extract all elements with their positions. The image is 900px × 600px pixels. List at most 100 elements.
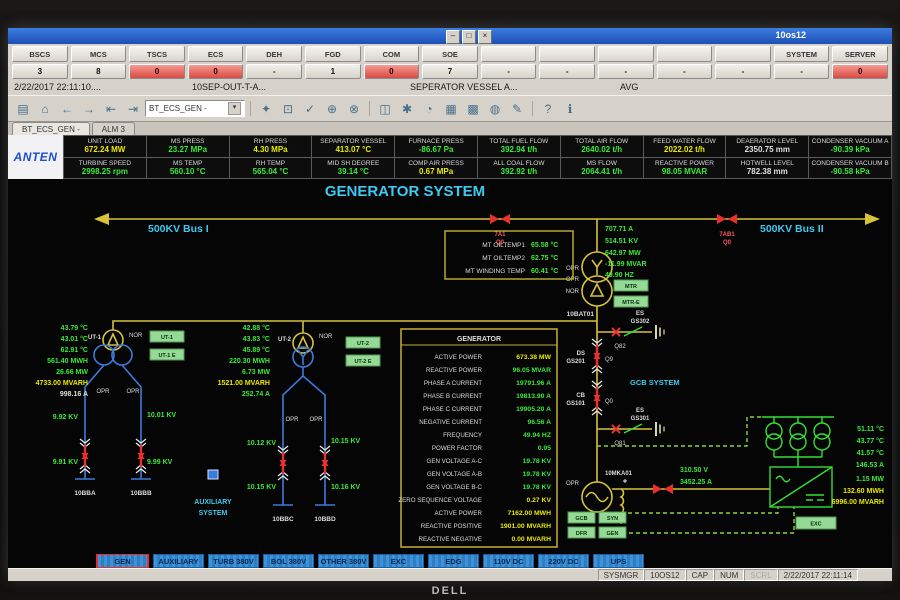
alarm-count-blank5[interactable]: - [715,64,771,79]
sys-button-blank4[interactable] [657,46,713,62]
net-down-icon[interactable]: ⊗ [344,99,364,119]
system-alarm-grid: BSCS MCS TSCS ECS DEH FGD COM SOE SYSTEM… [8,44,892,81]
back-icon[interactable]: ← [57,99,77,119]
sys-button-com[interactable]: COM [364,46,420,62]
ut2-kv-d-bottom: 10.16 KV [331,484,361,491]
diagram-title: GENERATOR SYSTEM [325,183,485,200]
kpi-tile: MS TEMP560.10 °C [147,158,229,179]
alarm-count-system[interactable]: - [774,64,830,79]
globe-icon[interactable]: ◍ [485,99,505,119]
alarm-count-blank4[interactable]: - [657,64,713,79]
page-tab-gen[interactable]: GEN [96,553,149,569]
minimize-icon[interactable]: – [446,30,460,44]
sys-button-blank3[interactable] [598,46,654,62]
restore-icon[interactable]: □ [462,30,476,44]
alarm-count-blank3[interactable]: - [598,64,654,79]
icon-toolbar: ▤ ⌂ ← → ⇤ ⇥ BT_ECS_GEN - ▾ ✦ ⊡ ✓ ⊕ ⊗ ◫ ✱… [8,95,892,122]
settings-icon[interactable]: ✱ [397,99,417,119]
alarm-count-deh[interactable]: - [246,64,302,79]
confirm-icon[interactable]: ✓ [300,99,320,119]
mt-reactive-power: -11.99 MVAR [605,261,647,268]
panel-row-value: 0.27 KV [526,497,551,504]
exc-button-label: EXC [810,522,821,528]
kpi-value: 2064.41 t/h [581,167,622,176]
alarm-count-blank1[interactable]: - [481,64,537,79]
pen-icon[interactable]: ✎ [507,99,527,119]
chevron-down-icon[interactable]: ▾ [228,102,241,115]
page-tab-exc[interactable]: EXC [373,554,424,568]
sys-button-system[interactable]: SYSTEM [774,46,830,62]
panel-row-label: REACTIVE POSITIVE [421,523,482,530]
database-icon[interactable]: ◫ [375,99,395,119]
home-icon[interactable]: ⌂ [35,99,55,119]
es-gs301-type: ES [636,408,644,414]
panel-row-label: ACTIVE POWER [435,354,483,361]
tab-alm[interactable]: ALM 3 [92,122,135,135]
alarm-count-bscs[interactable]: 3 [12,64,68,79]
sys-button-tscs[interactable]: TSCS [129,46,185,62]
monitor-icon[interactable]: ⊡ [278,99,298,119]
exc-temp-1: 51.11 °C [857,425,884,433]
page-tab-turb-380v[interactable]: TURB 380V [208,554,259,568]
toolbar-separator [369,101,370,116]
page-tab-110v-dc[interactable]: 110V DC [483,554,534,568]
sys-button-fgd[interactable]: FGD [305,46,361,62]
alarm-count-com[interactable]: 0 [364,64,420,79]
ut1-stat-4: 561.40 MWH [47,358,88,365]
alarm-count-tscs[interactable]: 0 [129,64,185,79]
kpi-tile: TOTAL FUEL FLOW392.94 t/h [478,136,560,157]
first-page-icon[interactable]: ⇤ [101,99,121,119]
panel-row-label: ACTIVE POWER [435,510,483,517]
panel-row-label: PHASE B CURRENT [423,393,482,400]
sys-button-mcs[interactable]: MCS [71,46,127,62]
sys-button-blank5[interactable] [715,46,771,62]
display-selector-dropdown[interactable]: BT_ECS_GEN - ▾ [145,100,245,117]
sys-button-blank2[interactable] [539,46,595,62]
trend-icon[interactable]: ▦ [441,99,461,119]
ut1-nor-label: NOR [129,333,143,339]
window-titlebar[interactable]: – □ × 10os12 [8,28,892,44]
page-tab-220v-dc[interactable]: 220V DC [538,554,589,568]
ut1-feeder-a-name: 10BBA [74,490,96,497]
sys-button-ecs[interactable]: ECS [188,46,244,62]
alarm-count-blank2[interactable]: - [539,64,595,79]
sys-button-bscs[interactable]: BSCS [12,46,68,62]
aux-system-button[interactable] [208,470,218,479]
page-icon[interactable]: ▤ [13,99,33,119]
close-icon[interactable]: × [478,30,492,44]
forward-icon[interactable]: → [79,99,99,119]
alarm-count-mcs[interactable]: 8 [71,64,127,79]
page-tab-bol-380v[interactable]: BOL 380V [263,554,314,568]
net-up-icon[interactable]: ⊕ [322,99,342,119]
schedule-icon[interactable]: ◔ [419,99,439,119]
help-icon[interactable]: ? [538,99,558,119]
mt-oiltemp1-value: 65.58 °C [531,241,558,249]
tab-bt-ecs-gen[interactable]: BT_ECS_GEN - [12,122,90,135]
sys-button-soe[interactable]: SOE [422,46,478,62]
alarm-count-fgd[interactable]: 1 [305,64,361,79]
alarm-count-server[interactable]: 0 [832,64,888,79]
ut1-opr1-label: OPR [96,389,110,395]
sys-button-blank1[interactable] [481,46,537,62]
kpi-tile: RH PRESS4.30 MPa [230,136,312,157]
alarm-count-ecs[interactable]: 0 [188,64,244,79]
page-tab-other-380v[interactable]: OTHER 380V [318,554,369,568]
panel-row-value: 19.78 KV [523,458,552,465]
mtr-e-button-label: MTR-E [622,300,640,306]
kpi-value: 2350.75 mm [745,145,790,154]
page-tab-edg[interactable]: EDG [428,554,479,568]
page-tab-auxiliary[interactable]: AUXILIARY [153,554,204,568]
info-icon[interactable]: ℹ [560,99,580,119]
search-icon[interactable]: ✦ [256,99,276,119]
sys-button-deh[interactable]: DEH [246,46,302,62]
last-page-icon[interactable]: ⇥ [123,99,143,119]
excitation-system: EXC 51.11 °C 43.77 °C 41.57 °C 146.53 A … [597,417,884,529]
status-bar: SYSMGR 10OS12 CAP NUM SCRL 2/22/2017 22:… [8,568,892,581]
image-icon[interactable]: ▩ [463,99,483,119]
alarm-count-soe[interactable]: 7 [422,64,478,79]
panel-row-value: 0.95 [538,445,551,452]
latest-alarm-row[interactable]: 2/22/2017 22:11:10.... 10SEP-OUT-T-A... … [8,81,892,95]
ut1-e-button-label: UT-1 E [158,353,175,359]
sys-button-server[interactable]: SERVER [832,46,888,62]
page-tab-ups[interactable]: UPS [593,554,644,568]
